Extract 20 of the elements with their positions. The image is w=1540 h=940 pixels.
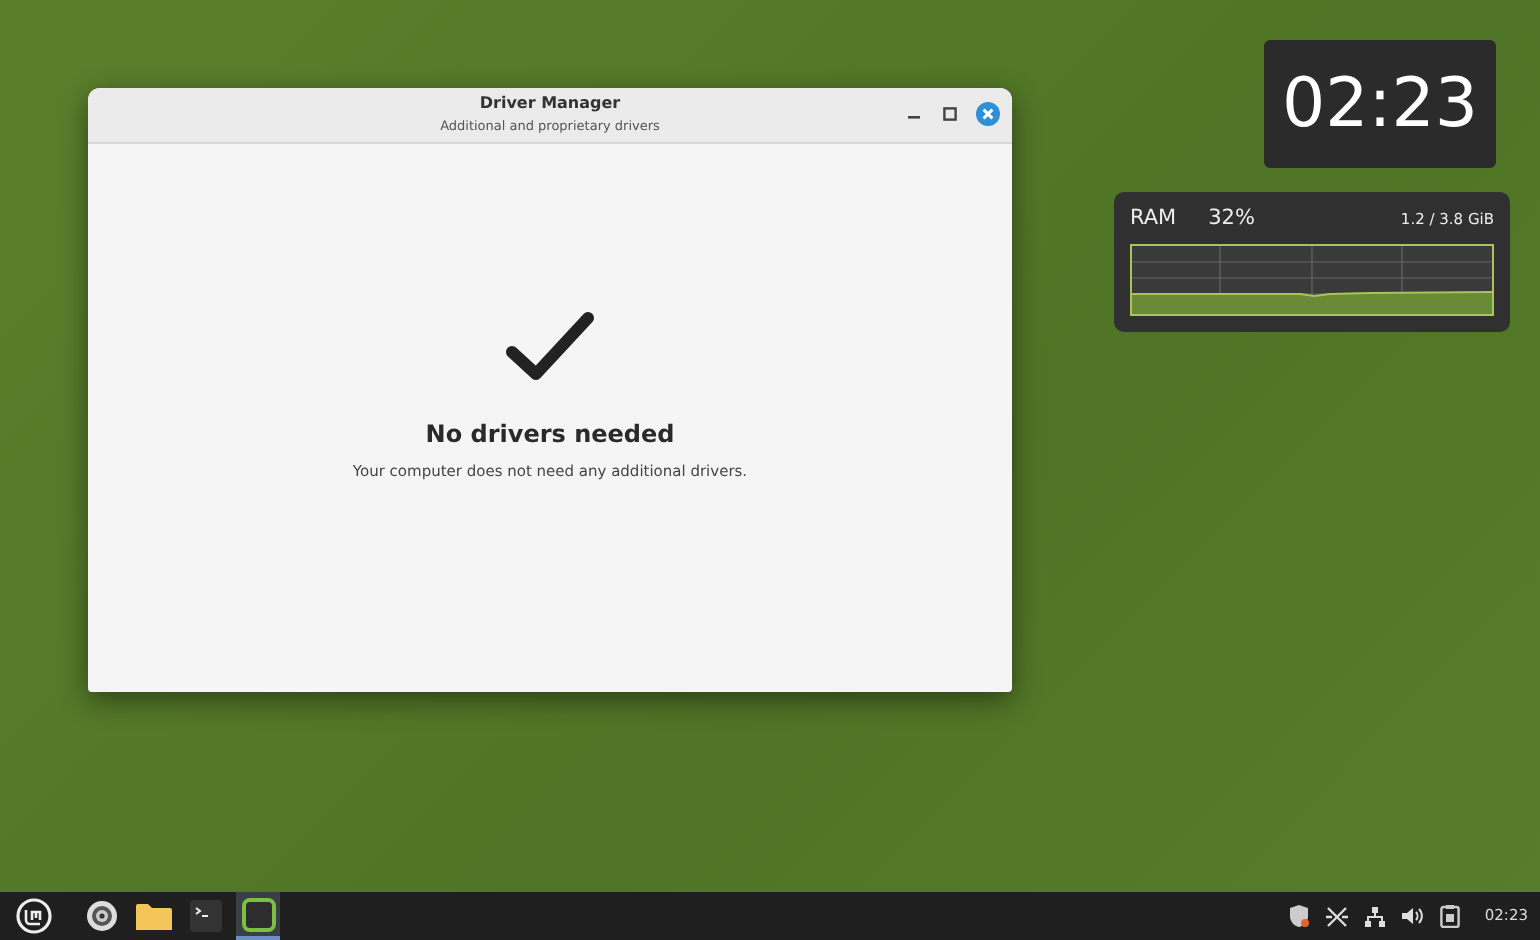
terminal-icon <box>190 900 222 932</box>
taskbar-launcher[interactable] <box>236 892 280 940</box>
window-title: Driver Manager <box>479 96 621 113</box>
folder-icon <box>136 901 172 931</box>
maximize-button[interactable] <box>940 102 960 126</box>
status-heading: No drivers needed <box>425 418 675 452</box>
disc-icon <box>86 900 118 932</box>
shield-icon[interactable] <box>1288 904 1311 928</box>
ram-percent: 32% <box>1208 204 1255 234</box>
network-icon[interactable] <box>1364 905 1387 927</box>
clipboard-icon[interactable] <box>1440 904 1461 928</box>
checkmark-icon <box>504 308 596 384</box>
menu-icon <box>16 898 52 934</box>
taskbar-launcher[interactable] <box>12 892 56 940</box>
network-disconnected-icon[interactable] <box>1326 905 1349 927</box>
clock-time: 02:23 <box>1282 61 1478 147</box>
ram-label: RAM <box>1130 204 1177 234</box>
close-button[interactable] <box>976 102 1000 126</box>
volume-icon[interactable] <box>1402 906 1425 926</box>
app-window-icon <box>241 897 275 931</box>
